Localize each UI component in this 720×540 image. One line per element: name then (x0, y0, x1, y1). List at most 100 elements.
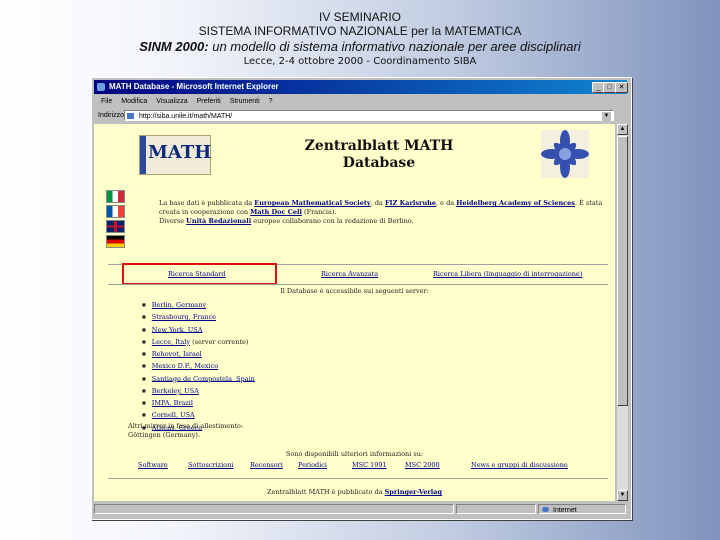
menu-favorites[interactable]: Preferiti (197, 98, 221, 105)
more-info-heading: Sono disponibili ulteriori informazioni … (285, 450, 424, 458)
server-link[interactable]: Mexico D.F., Mexico (152, 362, 218, 370)
link-msc2000[interactable]: MSC 2000 (405, 461, 440, 469)
server-item: IMPA, Brazil (142, 397, 255, 409)
link-mathdoc[interactable]: Math Doc Cell (250, 208, 302, 216)
language-flags (106, 190, 127, 250)
intro-text-6: Diverse (159, 217, 187, 225)
link-fiz[interactable]: FIZ Karlsruhe (385, 199, 436, 207)
link-msc1991[interactable]: MSC 1991 (352, 461, 387, 469)
link-springer[interactable]: Springer-Verlag (385, 488, 442, 496)
info-links: Software Sottoscrizioni Recensori Period… (128, 461, 583, 472)
subtitle-rest: un modello di sistema informativo nazion… (208, 39, 581, 54)
server-item: Cornell, USA (142, 409, 255, 421)
menu-edit[interactable]: Modifica (121, 98, 147, 105)
subtitle-bold: SINM 2000: (139, 39, 209, 54)
seminar-title: IV SEMINARIO (318, 10, 401, 24)
server-link[interactable]: Cornell, USA (152, 411, 195, 419)
menu-help[interactable]: ? (269, 98, 273, 105)
servers-heading: Il Database è accessibile sui seguenti s… (280, 287, 429, 295)
server-link[interactable]: Santiago de Compostela, Spain (152, 374, 255, 382)
link-journals[interactable]: Periodici (298, 461, 327, 469)
server-item: Strasbourg, France (142, 311, 255, 323)
link-software[interactable]: Software (138, 461, 168, 469)
address-dropdown-icon[interactable]: ▼ (602, 112, 611, 121)
ie-icon (97, 83, 105, 91)
highlight-box (122, 263, 277, 285)
address-bar: Indirizzo http://siba.unile.it/math/MATH… (94, 109, 627, 123)
divider (108, 284, 608, 285)
page-title-line1: Zentralblatt MATH (304, 138, 454, 154)
menu-file[interactable]: File (101, 98, 112, 105)
server-item: Berkeley, USA (142, 385, 255, 397)
globe-icon (542, 507, 549, 512)
server-item: Lecce, Italy (server corrente) (142, 336, 255, 348)
link-units[interactable]: Unità Redazionali (186, 217, 251, 225)
page-icon (127, 113, 134, 119)
link-advanced-search[interactable]: Ricerca Avanzata (321, 270, 378, 278)
mirrors-line2: Göttingen (Germany). (128, 431, 201, 439)
browser-window: MATH Database - Microsoft Internet Explo… (91, 77, 632, 520)
server-link[interactable]: Rehovot, Israel (152, 350, 202, 358)
status-pane-main (94, 504, 454, 514)
status-bar: Internet (94, 503, 627, 515)
divider (108, 478, 608, 479)
server-note: (server corrente) (190, 337, 249, 346)
status-pane-mid (456, 504, 536, 514)
link-ems[interactable]: European Mathematical Society (254, 199, 370, 207)
server-link[interactable]: New York, USA (152, 325, 203, 333)
server-link[interactable]: Strasbourg, France (152, 313, 216, 321)
mirrors-note: Altri mirror in fase di allestimento: Gö… (128, 422, 243, 440)
menu-tools[interactable]: Strumenti (230, 98, 260, 105)
status-zone-text: Internet (553, 507, 577, 514)
flower-logo-icon[interactable] (541, 130, 589, 178)
link-reviewers[interactable]: Recensori (250, 461, 283, 469)
slide-header: IV SEMINARIO SISTEMA INFORMATIVO NAZIONA… (0, 10, 720, 68)
server-link[interactable]: Berlin, Germany (152, 301, 206, 309)
page-title-line2: Database (342, 155, 416, 171)
flag-germany-icon[interactable] (106, 235, 125, 248)
event-info: Lecce, 2-4 ottobre 2000 - Coordinamento … (243, 56, 477, 67)
link-subscriptions[interactable]: Sottoscrizioni (188, 461, 233, 469)
close-button[interactable]: ✕ (615, 82, 628, 93)
window-title: MATH Database - Microsoft Internet Explo… (109, 82, 279, 91)
address-label: Indirizzo (98, 112, 125, 119)
menu-view[interactable]: Visualizza (156, 98, 187, 105)
intro-text-2: , da (370, 199, 385, 207)
flag-uk-icon[interactable] (106, 220, 125, 233)
link-heidelberg[interactable]: Heidelberg Academy of Sciences (456, 199, 575, 207)
scroll-up-icon[interactable]: ▲ (617, 124, 628, 135)
server-item: New York, USA (142, 324, 255, 336)
flag-france-icon[interactable] (106, 205, 125, 218)
server-link[interactable]: Lecce, Italy (152, 338, 190, 346)
title-bar: MATH Database - Microsoft Internet Explo… (94, 80, 628, 94)
publisher-note: Zentralblatt MATH è pubblicato da Spring… (94, 488, 615, 496)
system-title: SISTEMA INFORMATIVO NAZIONALE per la MAT… (198, 24, 522, 38)
intro-text-1: La base dati è pubblicata da (159, 199, 255, 207)
intro-text-7: europee collaborano con la redazione di … (251, 217, 414, 225)
server-item: Berlin, Germany (142, 299, 255, 311)
scroll-down-icon[interactable]: ▼ (617, 490, 628, 501)
logo-text: MATH (148, 142, 212, 163)
page-title: Zentralblatt MATH Database (294, 138, 464, 172)
status-pane-zone: Internet (538, 504, 626, 514)
server-link[interactable]: IMPA, Brazil (152, 399, 193, 407)
server-item: Santiago de Compostela, Spain (142, 373, 255, 385)
intro-text-3: , e da (436, 199, 457, 207)
server-item: Rehovot, Israel (142, 348, 255, 360)
slide-subtitle: SINM 2000: un modello di sistema informa… (0, 38, 720, 55)
link-news[interactable]: News e gruppi di discussione (471, 461, 568, 469)
mirrors-line1: Altri mirror in fase di allestimento: (128, 422, 244, 430)
link-free-search[interactable]: Ricerca Libera (linguaggio di interrogaz… (433, 270, 582, 278)
intro-text: La base dati è pubblicata da European Ma… (159, 199, 604, 226)
logo-stripe (140, 136, 146, 174)
server-list: Berlin, Germany Strasbourg, France New Yor… (142, 299, 255, 434)
address-value: http://siba.unile.it/math/MATH/ (139, 113, 233, 120)
scroll-thumb[interactable] (617, 136, 628, 406)
math-logo[interactable]: MATH (139, 135, 211, 175)
menu-bar: File Modifica Visualizza Preferiti Strum… (94, 96, 627, 108)
address-field[interactable]: http://siba.unile.it/math/MATH/ ▼ (124, 110, 614, 121)
publisher-text: Zentralblatt MATH è pubblicato da (266, 488, 385, 496)
server-link[interactable]: Berkeley, USA (152, 387, 199, 395)
flag-italy-icon[interactable] (106, 190, 125, 203)
vertical-scrollbar[interactable]: ▲ ▼ (617, 124, 628, 501)
